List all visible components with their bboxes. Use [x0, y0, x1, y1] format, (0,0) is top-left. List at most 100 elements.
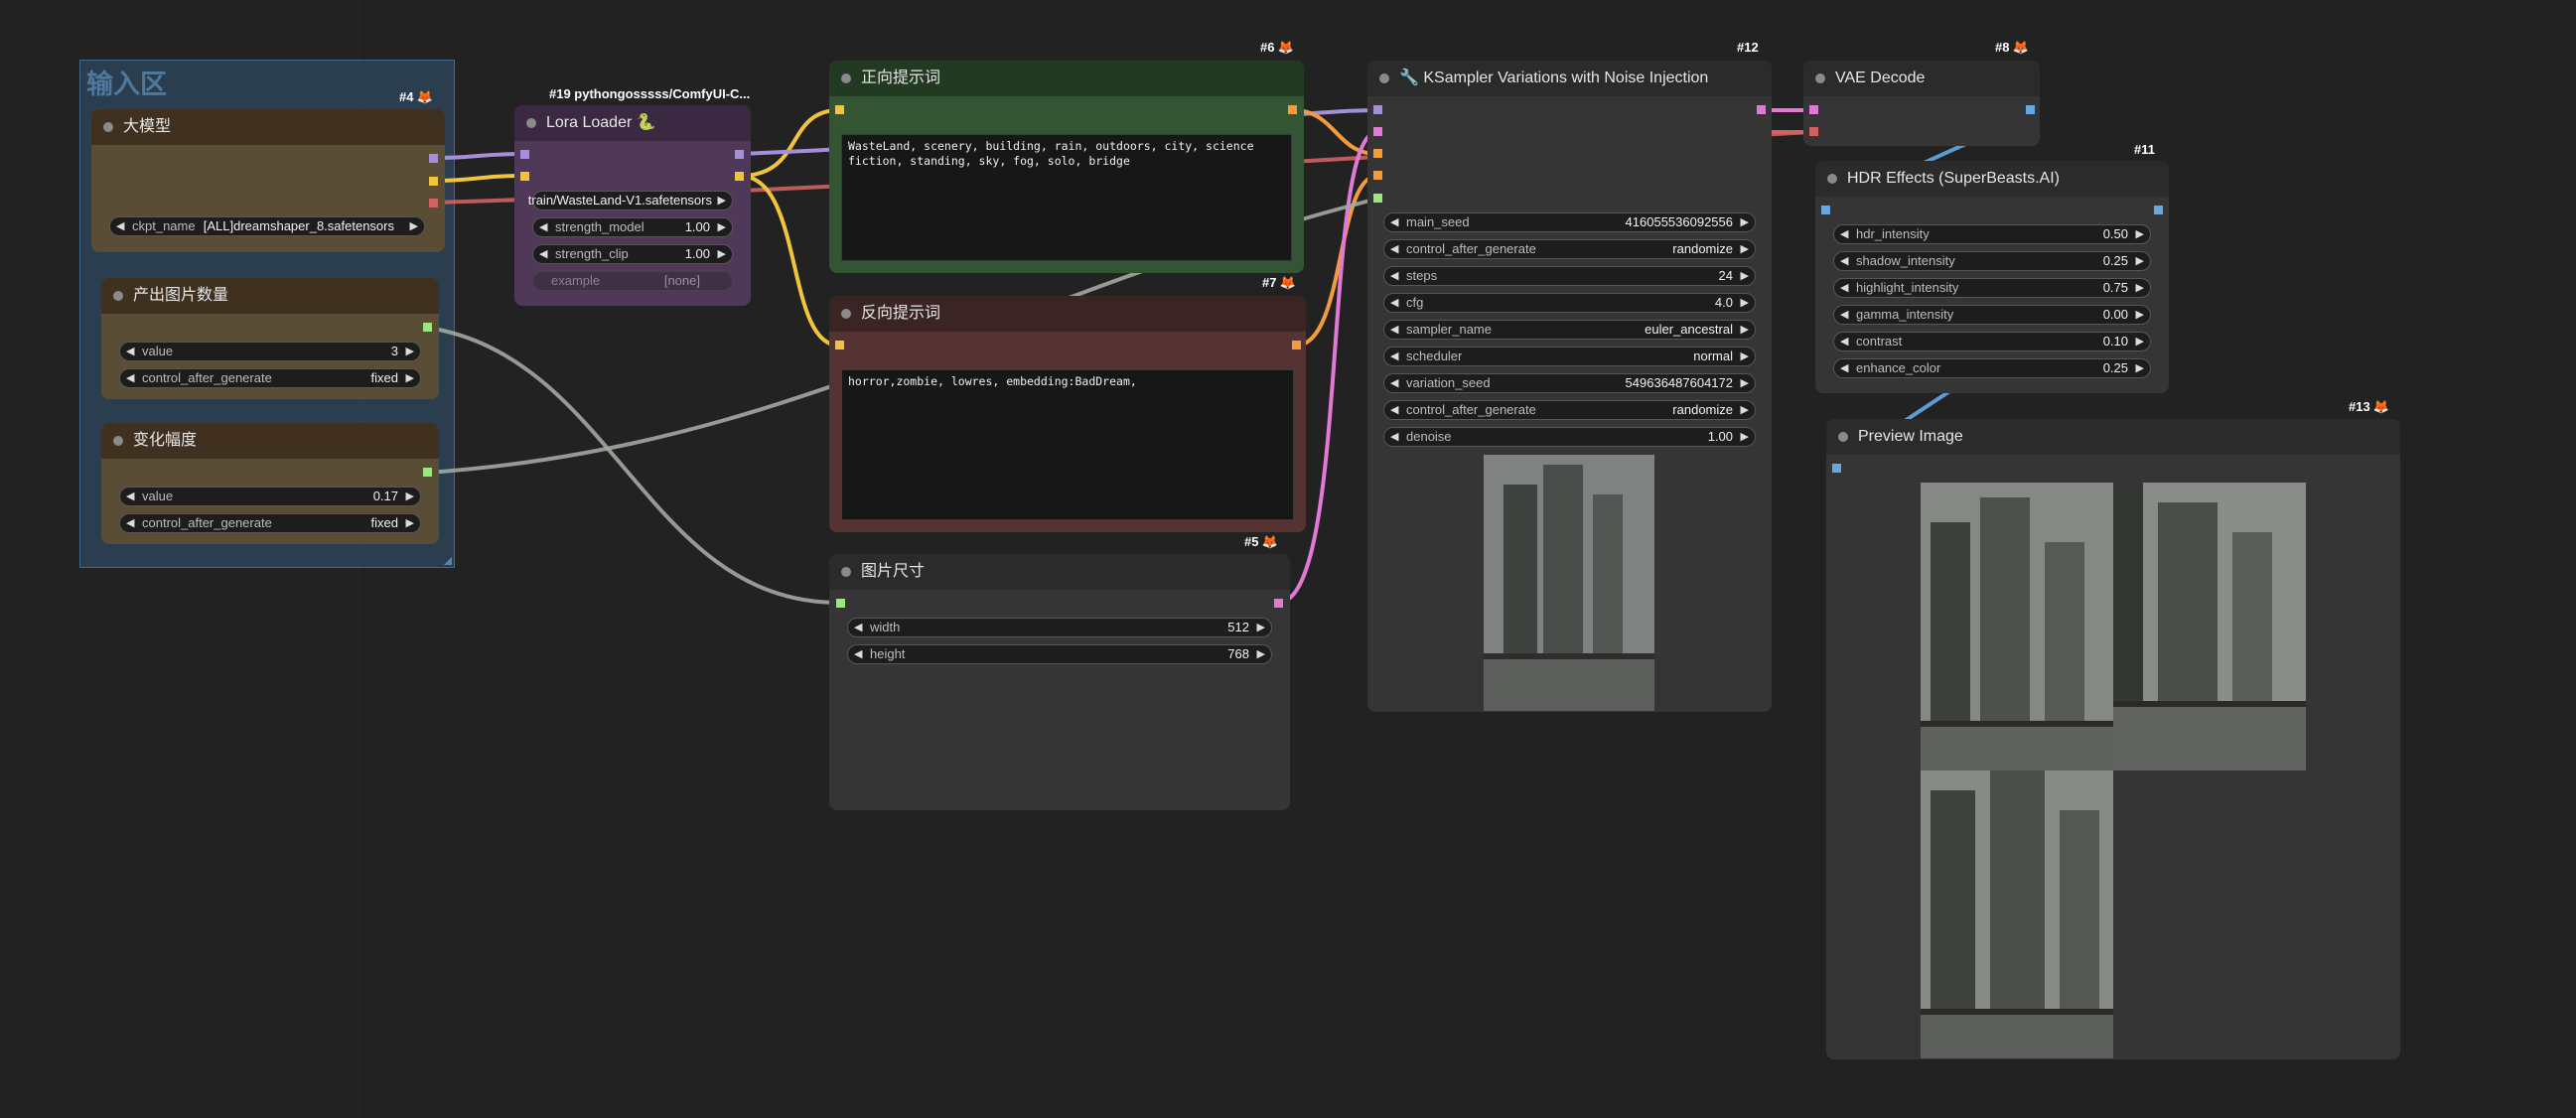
collapse-dot[interactable] [1815, 73, 1825, 83]
arrow-left-icon[interactable]: ◀ [854, 619, 862, 636]
arrow-right-icon[interactable]: ▶ [2136, 225, 2144, 243]
collapse-dot[interactable] [1838, 432, 1848, 442]
arrow-left-icon[interactable]: ◀ [1390, 374, 1398, 392]
arrow-left-icon[interactable]: ◀ [126, 488, 134, 505]
gamma-intensity-widget[interactable]: ◀ gamma_intensity 0.00 ▶ [1833, 305, 2151, 325]
arrow-left-icon[interactable]: ◀ [1390, 240, 1398, 258]
arrow-right-icon[interactable]: ▶ [1741, 374, 1749, 392]
hdr-intensity-widget[interactable]: ◀ hdr_intensity 0.50 ▶ [1833, 224, 2151, 244]
output-conditioning-slot[interactable] [1288, 105, 1297, 114]
arrow-left-icon[interactable]: ◀ [539, 218, 547, 236]
positive-prompt-node[interactable]: 正向提示词 WasteLand, scenery, building, rain… [829, 61, 1304, 273]
input-positive-slot[interactable] [1373, 149, 1382, 158]
denoise-widget[interactable]: ◀ denoise 1.00 ▶ [1383, 427, 1756, 447]
main-seed-widget[interactable]: ◀ main_seed 416055536092556 ▶ [1383, 212, 1756, 232]
count-control-widget[interactable]: ◀ control_after_generate fixed ▶ [119, 368, 421, 388]
output-image-slot[interactable] [2026, 105, 2035, 114]
input-vae-slot[interactable] [1809, 127, 1818, 136]
input-model-slot[interactable] [1373, 105, 1382, 114]
collapse-dot[interactable] [841, 309, 851, 319]
arrow-left-icon[interactable]: ◀ [1840, 279, 1848, 297]
hdr-effects-node[interactable]: HDR Effects (SuperBeasts.AI) ◀ hdr_intens… [1815, 161, 2169, 393]
strength-model-widget[interactable]: ◀ strength_model 1.00 ▶ [532, 217, 733, 237]
arrow-left-icon[interactable]: ◀ [854, 645, 862, 663]
arrow-right-icon[interactable]: ▶ [2136, 333, 2144, 350]
node-header[interactable]: VAE Decode [1803, 61, 2040, 96]
arrow-right-icon[interactable]: ▶ [2136, 279, 2144, 297]
node-header[interactable]: 变化幅度 [101, 423, 439, 459]
collapse-dot[interactable] [113, 436, 123, 446]
ksampler-node[interactable]: 🔧 KSampler Variations with Noise Injecti… [1367, 61, 1772, 712]
arrow-right-icon[interactable]: ▶ [410, 217, 418, 235]
arrow-right-icon[interactable]: ▶ [1741, 294, 1749, 312]
output-image-slot[interactable] [2154, 206, 2163, 214]
arrow-right-icon[interactable]: ▶ [2136, 306, 2144, 324]
input-negative-slot[interactable] [1373, 171, 1382, 180]
arrow-right-icon[interactable]: ▶ [1741, 213, 1749, 231]
count-value-widget[interactable]: ◀ value 3 ▶ [119, 342, 421, 361]
strength-clip-widget[interactable]: ◀ strength_clip 1.00 ▶ [532, 244, 733, 264]
node-header[interactable]: Preview Image [1826, 419, 2400, 455]
collapse-dot[interactable] [113, 291, 123, 301]
input-samples-slot[interactable] [1809, 105, 1818, 114]
input-int-slot[interactable] [836, 599, 845, 608]
output-latent-slot[interactable] [1274, 599, 1283, 608]
arrow-left-icon[interactable]: ◀ [1840, 225, 1848, 243]
checkpoint-loader-node[interactable]: 大模型 ◀ ckpt_name [ALL]dreamshaper_8.safet… [91, 109, 445, 252]
control-after-generate-widget[interactable]: ◀ control_after_generate randomize ▶ [1383, 239, 1756, 259]
node-header[interactable]: 正向提示词 [829, 61, 1304, 96]
negative-prompt-node[interactable]: 反向提示词 horror,zombie, lowres, embedding:B… [829, 296, 1306, 532]
arrow-right-icon[interactable]: ▶ [718, 218, 726, 236]
collapse-dot[interactable] [841, 567, 851, 577]
arrow-right-icon[interactable]: ▶ [1741, 240, 1749, 258]
width-widget[interactable]: ◀ width 512 ▶ [847, 618, 1272, 637]
arrow-right-icon[interactable]: ▶ [406, 343, 414, 360]
arrow-right-icon[interactable]: ▶ [718, 245, 726, 263]
arrow-right-icon[interactable]: ▶ [406, 488, 414, 505]
output-float-slot[interactable] [423, 468, 432, 477]
variation-value-widget[interactable]: ◀ value 0.17 ▶ [119, 487, 421, 506]
arrow-right-icon[interactable]: ▶ [1741, 267, 1749, 285]
arrow-left-icon[interactable]: ◀ [539, 245, 547, 263]
arrow-left-icon[interactable]: ◀ [126, 514, 134, 532]
arrow-left-icon[interactable]: ◀ [1840, 252, 1848, 270]
arrow-left-icon[interactable]: ◀ [1390, 294, 1398, 312]
output-latent-slot[interactable] [1757, 105, 1766, 114]
output-model-slot[interactable] [429, 154, 438, 163]
input-model-slot[interactable] [520, 150, 529, 159]
preview-image-2[interactable] [2113, 483, 2306, 770]
arrow-right-icon[interactable]: ▶ [406, 369, 414, 387]
node-header[interactable]: 🔧 KSampler Variations with Noise Injecti… [1367, 61, 1772, 96]
collapse-dot[interactable] [1379, 73, 1389, 83]
arrow-left-icon[interactable]: ◀ [116, 217, 124, 235]
cfg-widget[interactable]: ◀ cfg 4.0 ▶ [1383, 293, 1756, 313]
input-clip-slot[interactable] [835, 105, 844, 114]
arrow-left-icon[interactable]: ◀ [1390, 321, 1398, 339]
preview-image-1[interactable] [1921, 483, 2113, 770]
node-header[interactable]: 反向提示词 [829, 296, 1306, 332]
enhance-color-widget[interactable]: ◀ enhance_color 0.25 ▶ [1833, 358, 2151, 378]
arrow-right-icon[interactable]: ▶ [1257, 619, 1265, 636]
shadow-intensity-widget[interactable]: ◀ shadow_intensity 0.25 ▶ [1833, 251, 2151, 271]
input-latent-slot[interactable] [1373, 127, 1382, 136]
control-after-generate-widget[interactable]: ◀ control_after_generate randomize ▶ [1383, 400, 1756, 420]
variation-seed-widget[interactable]: ◀ variation_seed 549636487604172 ▶ [1383, 373, 1756, 393]
height-widget[interactable]: ◀ height 768 ▶ [847, 644, 1272, 664]
arrow-right-icon[interactable]: ▶ [1257, 645, 1265, 663]
node-header[interactable]: HDR Effects (SuperBeasts.AI) [1815, 161, 2169, 197]
arrow-right-icon[interactable]: ▶ [1741, 428, 1749, 446]
vae-decode-node[interactable]: VAE Decode [1803, 61, 2040, 146]
image-count-node[interactable]: 产出图片数量 ◀ value 3 ▶ ◀ control_after_gener… [101, 278, 439, 399]
lora-name-combo[interactable]: train/WasteLand-V1.safetensors ▶ [528, 191, 733, 210]
output-int-slot[interactable] [423, 323, 432, 332]
preview-image-node[interactable]: Preview Image [1826, 419, 2400, 1059]
arrow-right-icon[interactable]: ▶ [718, 192, 726, 210]
input-image-slot[interactable] [1821, 206, 1830, 214]
arrow-right-icon[interactable]: ▶ [2136, 359, 2144, 377]
collapse-dot[interactable] [526, 118, 536, 128]
arrow-left-icon[interactable]: ◀ [1390, 267, 1398, 285]
node-header[interactable]: 图片尺寸 [829, 554, 1290, 590]
arrow-left-icon[interactable]: ◀ [1390, 348, 1398, 365]
arrow-right-icon[interactable]: ▶ [1741, 401, 1749, 419]
node-canvas[interactable]: 输入区 #4� [0, 0, 2576, 1118]
